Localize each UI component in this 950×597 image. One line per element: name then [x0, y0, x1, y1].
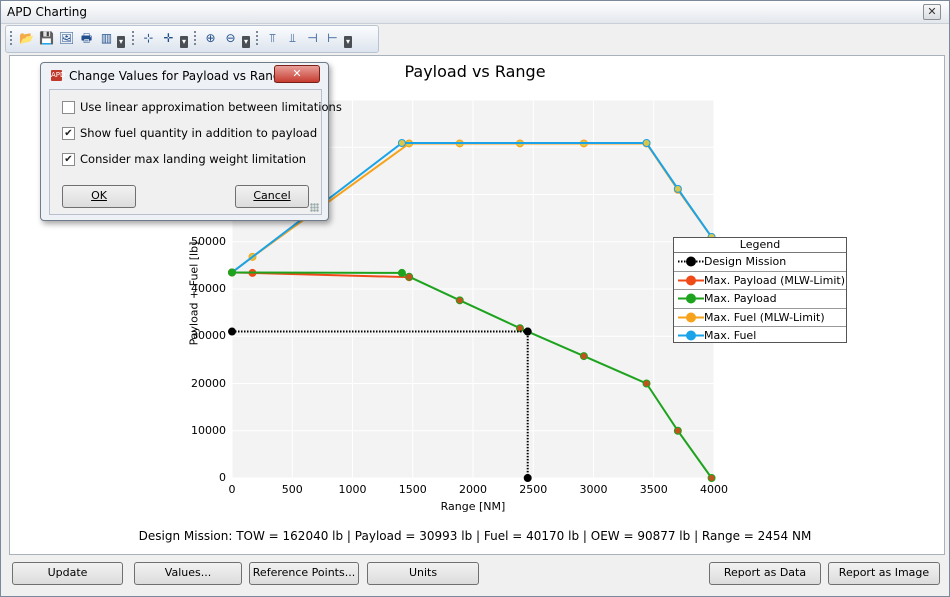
title-bar: APD Charting ✕ [1, 1, 949, 24]
zoom-mode-dropdown-icon[interactable]: ▾ [180, 36, 188, 48]
legend-entry: Max. Payload (MLW-Limit) [674, 272, 846, 290]
legend-swatch-marker [686, 275, 696, 285]
zoom-out-icon[interactable]: ⊖ [222, 30, 239, 47]
align-left-icon[interactable]: ⊣ [304, 30, 321, 47]
reference-points-button[interactable]: Reference Points... [249, 562, 359, 585]
y-tick-label: 10000 [191, 423, 226, 437]
legend-entry-label: Max. Fuel [704, 329, 757, 342]
landing-weight-checkbox[interactable]: ✔ [62, 153, 75, 166]
y-tick-label: 20000 [191, 376, 226, 390]
y-axis-label: Payload + Fuel [lb] [187, 241, 201, 346]
x-tick-label: 1000 [338, 483, 367, 496]
resize-grip[interactable] [310, 203, 319, 212]
open-icon[interactable]: 📂 [18, 30, 35, 47]
align-right-icon[interactable]: ⊢ [324, 30, 341, 47]
show-fuel-checkbox[interactable]: ✔ [62, 127, 75, 140]
legend-entry: Design Mission [674, 253, 846, 272]
legend-entry: Max. Fuel [674, 327, 846, 345]
units-button[interactable]: Units [367, 562, 479, 585]
chart-type-icon[interactable]: ▥ [98, 30, 115, 47]
legend-entry: Max. Payload [674, 290, 846, 309]
align-top-icon[interactable]: ⫪ [264, 30, 281, 47]
zoom-xy-icon[interactable]: ✛ [160, 30, 177, 47]
report-as-image-button[interactable]: Report as Image [828, 562, 940, 585]
x-tick-label: 2000 [459, 483, 487, 496]
toolbar: 📂 💾 🖼 🖶 ▥ ▾ ⊹ ✛ ▾ ⊕ ⊖ ▾ ⫪ ⫫ ⊣ ⊢ ▾ [5, 25, 379, 53]
toolbar-grip[interactable] [256, 31, 258, 47]
design-mission-summary: Design Mission: TOW = 162040 lb | Payloa… [138, 529, 812, 543]
legend-entry-label: Max. Payload [704, 292, 777, 305]
x-tick-label: 0 [228, 483, 236, 496]
x-tick-label: 4000 [700, 483, 728, 496]
ok-button[interactable]: OK [62, 185, 136, 208]
legend-entry: Max. Fuel (MLW-Limit) [674, 309, 846, 327]
cancel-button[interactable]: Cancel [235, 185, 309, 208]
zoom-dropdown-icon[interactable]: ▾ [242, 36, 250, 48]
legend-swatch [678, 293, 704, 304]
x-tick-label: 2500 [519, 483, 548, 496]
legend-swatch-marker [686, 312, 696, 322]
landing-weight-label: Consider max landing weight limitation [80, 152, 307, 166]
x-tick-label: 1500 [398, 483, 427, 496]
linear-approximation-label: Use linear approximation between limitat… [80, 100, 342, 114]
legend-entry-label: Max. Payload (MLW-Limit) [704, 273, 845, 287]
align-dropdown-icon[interactable]: ▾ [344, 36, 352, 48]
legend-entry-label: Design Mission [704, 255, 787, 268]
zoom-in-icon[interactable]: ⊕ [202, 30, 219, 47]
chart-legend: Legend Design Mission Max. Payload (MLW-L… [673, 237, 847, 343]
x-tick-label: 3500 [639, 483, 668, 496]
x-tick-label: 3000 [579, 483, 608, 496]
legend-swatch [678, 312, 704, 322]
toolbar-grip[interactable] [194, 31, 196, 47]
dialog-body: Use linear approximation between limitat… [49, 89, 342, 215]
legend-swatch [678, 330, 704, 341]
y-tick-label: 0 [219, 471, 226, 484]
zoom-x-icon[interactable]: ⊹ [140, 30, 157, 47]
linear-approximation-checkbox[interactable] [62, 101, 75, 114]
legend-entry-label: Max. Fuel (MLW-Limit) [704, 310, 825, 324]
x-axis-label: Range [NM] [440, 500, 506, 513]
dialog-title-bar[interactable]: APD Change Values for Payload vs Range ✕ [41, 63, 328, 87]
toolbar-grip[interactable] [10, 31, 12, 47]
report-as-data-button[interactable]: Report as Data [709, 562, 821, 585]
legend-swatch-marker [686, 330, 696, 341]
legend-swatch [678, 275, 704, 285]
legend-title: Legend [674, 238, 846, 253]
legend-swatch [678, 256, 704, 267]
show-fuel-label: Show fuel quantity in addition to payloa… [80, 126, 318, 140]
legend-swatch-marker [686, 293, 696, 304]
update-button[interactable]: Update [12, 562, 123, 585]
values-button[interactable]: Values... [134, 562, 242, 585]
legend-swatch-marker [686, 256, 696, 267]
app-icon: APD [51, 70, 66, 81]
chart-type-dropdown-icon[interactable]: ▾ [117, 36, 125, 48]
align-bottom-icon[interactable]: ⫫ [284, 30, 301, 47]
print-icon[interactable]: 🖶 [78, 30, 95, 47]
window-close-button[interactable]: ✕ [923, 4, 941, 20]
dialog-title: Change Values for Payload vs Range [69, 69, 288, 83]
dialog-close-button[interactable]: ✕ [274, 65, 320, 83]
export-image-icon[interactable]: 🖼 [58, 30, 75, 47]
toolbar-grip[interactable] [132, 31, 134, 47]
change-values-dialog: APD Change Values for Payload vs Range ✕… [40, 62, 342, 221]
window-title: APD Charting [7, 5, 88, 19]
x-tick-label: 500 [281, 483, 303, 496]
save-icon[interactable]: 💾 [38, 30, 55, 47]
